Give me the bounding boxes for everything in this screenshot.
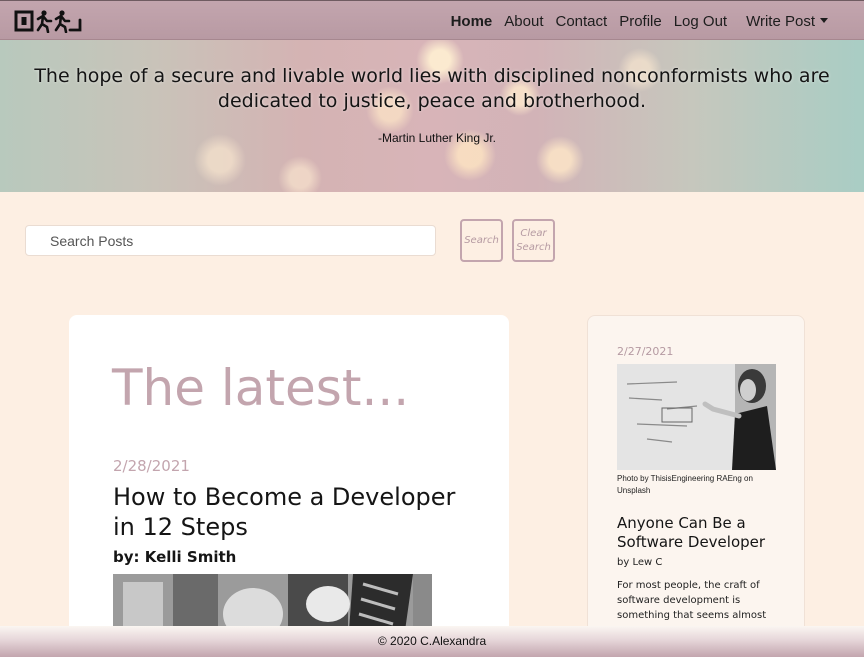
- nav-about-link[interactable]: About: [504, 13, 543, 30]
- search-button[interactable]: Search: [460, 219, 503, 262]
- hero-quote-author: -Martin Luther King Jr.: [377, 131, 497, 145]
- clear-search-button[interactable]: Clear Search: [512, 219, 555, 262]
- footer-copyright: © 2020 C.Alexandra: [377, 634, 487, 648]
- nav-profile-link[interactable]: Profile: [619, 13, 662, 30]
- nav-logout-link[interactable]: Log Out: [674, 13, 727, 30]
- section-heading: The latest...: [112, 359, 410, 417]
- side-post-card: 2/27/2021 Photo by ThisisEngineering RAE…: [587, 315, 805, 645]
- latest-post-card: The latest... 2/28/2021 How to Become a …: [69, 315, 509, 645]
- side-post-date: 2/27/2021: [617, 345, 674, 358]
- running-figures-logo[interactable]: [14, 9, 82, 33]
- post-author: by: Kelli Smith: [113, 548, 237, 566]
- side-post-image[interactable]: [617, 364, 776, 470]
- side-post-photo: [617, 364, 776, 470]
- side-post-title[interactable]: Anyone Can Be a Software Developer: [617, 514, 792, 552]
- side-post-excerpt: For most people, the craft of software d…: [617, 580, 767, 621]
- hero-banner: The hope of a secure and livable world l…: [0, 40, 864, 192]
- search-input[interactable]: [25, 225, 436, 256]
- nav-home-link[interactable]: Home: [451, 13, 493, 30]
- nav-contact-link[interactable]: Contact: [555, 13, 607, 30]
- footer: © 2020 C.Alexandra: [0, 626, 864, 657]
- chevron-down-icon: [820, 17, 828, 23]
- write-post-dropdown[interactable]: Write Post: [746, 13, 828, 30]
- side-post-author: by Lew C: [617, 557, 663, 568]
- post-title[interactable]: How to Become a Developer in 12 Steps: [113, 482, 483, 542]
- hero-quote: The hope of a secure and livable world l…: [34, 65, 830, 112]
- photo-credit: Photo by ThisisEngineering RAEng on Unsp…: [617, 474, 753, 495]
- write-post-label: Write Post: [746, 12, 815, 30]
- navbar: Home About Contact Profile Log Out Write…: [0, 0, 864, 40]
- post-date: 2/28/2021: [113, 457, 190, 475]
- nav-links: Home About Contact Profile Log Out Write…: [451, 1, 828, 41]
